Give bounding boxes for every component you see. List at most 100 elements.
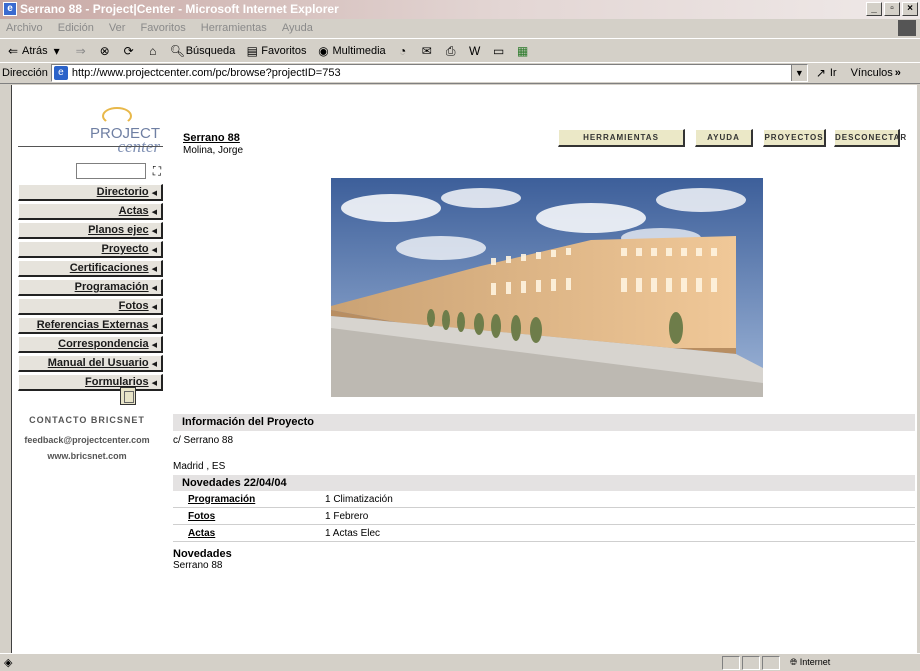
- refresh-button[interactable]: ⟳: [120, 41, 138, 61]
- triangle-left-icon: ◀: [151, 228, 157, 235]
- close-button[interactable]: ×: [902, 2, 918, 16]
- menu-ver[interactable]: Ver: [109, 22, 126, 34]
- sidebar-item-label: Fotos: [118, 300, 149, 312]
- window-title-bar[interactable]: e Serrano 88 - Project|Center - Microsof…: [0, 0, 920, 19]
- sidebar-item-programacion[interactable]: Programación ◀: [18, 279, 163, 296]
- home-icon: ⌂: [149, 43, 157, 58]
- binoculars-icon[interactable]: ⛶: [149, 164, 165, 178]
- menu-ayuda[interactable]: Ayuda: [282, 22, 313, 34]
- address-field[interactable]: e ▼: [50, 64, 808, 82]
- address-bar: Dirección e ▼ ↗ Ir Vínculos »: [0, 62, 920, 84]
- go-button[interactable]: ↗ Ir: [814, 66, 837, 80]
- sidebar-item-proyecto[interactable]: Proyecto ◀: [18, 241, 163, 258]
- ie-icon: e: [3, 2, 17, 16]
- sidebar-item-label: Planos ejec: [88, 224, 149, 236]
- edit-button[interactable]: W: [466, 41, 484, 61]
- sidebar-item-planos-ejec[interactable]: Planos ejec ◀: [18, 222, 163, 239]
- discuss-button[interactable]: ▭: [490, 41, 508, 61]
- search-icon: 🔍︎: [169, 43, 185, 58]
- arrow-right-icon: ⇒: [75, 43, 86, 58]
- project-header: Serrano 88 Molina, Jorge: [183, 132, 243, 156]
- logo-swirl-icon: [102, 107, 132, 125]
- go-label: Ir: [829, 67, 837, 79]
- sidebar-item-directorio[interactable]: Directorio ◀: [18, 184, 163, 201]
- sidebar-item-certificaciones[interactable]: Certificaciones ◀: [18, 260, 163, 277]
- project-address-line2: Madrid , ES: [173, 461, 226, 472]
- page-content: PROJECT center ⛶ Directorio ◀ Actas ◀ Plan…: [11, 85, 917, 653]
- forward-button[interactable]: ⇒: [72, 41, 90, 61]
- menu-herramientas[interactable]: Herramientas: [201, 22, 267, 34]
- security-zone: 🌐︎ Internet: [790, 657, 880, 668]
- messenger-button[interactable]: ▦: [514, 41, 532, 61]
- proyectos-button[interactable]: PROYECTOS: [763, 129, 826, 147]
- window-title: Serrano 88 - Project|Center - Microsoft …: [20, 2, 339, 16]
- project-info-header: Información del Proyecto: [173, 414, 915, 431]
- menu-edicion[interactable]: Edición: [58, 22, 94, 34]
- favorites-label: Favoritos: [261, 44, 307, 57]
- print-button[interactable]: ⎙: [442, 41, 460, 61]
- novedades-header: Novedades 22/04/04: [173, 475, 915, 491]
- triangle-left-icon: ◀: [151, 323, 157, 330]
- links-button[interactable]: Vínculos: [851, 67, 893, 79]
- novedad-value: 1 Actas Elec: [325, 527, 381, 539]
- contact-email-link[interactable]: feedback@projectcenter.com: [12, 435, 162, 445]
- sidebar-item-label: Programación: [74, 281, 149, 293]
- sidebar-item-fotos[interactable]: Fotos ◀: [18, 298, 163, 315]
- chevron-right-icon[interactable]: »: [895, 67, 901, 79]
- table-row: Fotos 1 Febrero: [173, 508, 915, 525]
- media-icon: ◉: [318, 43, 329, 58]
- sidebar-item-label: Proyecto: [101, 243, 149, 255]
- novedad-value: 1 Climatización: [325, 493, 393, 505]
- address-label: Dirección: [2, 67, 48, 79]
- building-icon: ▦: [517, 43, 529, 58]
- book-icon[interactable]: [120, 387, 136, 405]
- star-folder-icon: ▤: [246, 43, 258, 58]
- triangle-left-icon: ◀: [151, 285, 157, 292]
- minimize-button[interactable]: _: [866, 2, 882, 16]
- project-address-line1: c/ Serrano 88: [173, 435, 234, 446]
- novedades-footer-title: Novedades: [173, 548, 232, 560]
- search-input[interactable]: [76, 163, 146, 179]
- sidebar-item-formularios[interactable]: Formularios ◀: [18, 374, 163, 391]
- status-segment: [742, 656, 760, 670]
- word-icon: W: [469, 43, 481, 58]
- triangle-left-icon: ◀: [151, 247, 157, 254]
- novedad-link-fotos[interactable]: Fotos: [173, 511, 325, 522]
- desconectar-button[interactable]: DESCONECTAR: [834, 129, 906, 147]
- contact-web-link[interactable]: www.bricsnet.com: [12, 451, 162, 461]
- home-button[interactable]: ⌂: [144, 41, 162, 61]
- sidebar-item-actas[interactable]: Actas ◀: [18, 203, 163, 220]
- menu-favoritos[interactable]: Favoritos: [140, 22, 185, 34]
- novedad-link-actas[interactable]: Actas: [173, 528, 325, 539]
- search-button[interactable]: 🔍︎ Búsqueda: [168, 41, 238, 61]
- novedad-link-programacion[interactable]: Programación: [173, 494, 325, 505]
- menu-archivo[interactable]: Archivo: [6, 22, 43, 34]
- back-label: Atrás: [22, 44, 48, 57]
- back-button[interactable]: ⇐ Atrás ▾: [4, 41, 66, 61]
- menu-bar: Archivo Edición Ver Favoritos Herramient…: [0, 19, 920, 38]
- mail-button[interactable]: ✉: [418, 41, 436, 61]
- multimedia-button[interactable]: ◉ Multimedia: [314, 41, 387, 61]
- sidebar-item-manual-usuario[interactable]: Manual del Usuario ◀: [18, 355, 163, 372]
- history-button[interactable]: ◔: [394, 41, 412, 61]
- window-controls: _ ▫ ×: [866, 2, 918, 16]
- triangle-left-icon: ◀: [151, 380, 157, 387]
- logo-line2: center: [117, 137, 160, 156]
- refresh-icon: ⟳: [123, 43, 134, 58]
- multimedia-label: Multimedia: [332, 44, 386, 57]
- stop-button[interactable]: ⊗: [96, 41, 114, 61]
- print-icon: ⎙: [445, 43, 456, 58]
- chevron-down-icon[interactable]: ▼: [790, 65, 807, 81]
- ayuda-button[interactable]: AYUDA: [695, 129, 753, 147]
- projectcenter-logo[interactable]: PROJECT center: [74, 107, 164, 156]
- url-input[interactable]: [71, 67, 792, 79]
- project-name-link[interactable]: Serrano 88: [183, 132, 243, 144]
- maximize-button[interactable]: ▫: [884, 2, 900, 16]
- table-row: Actas 1 Actas Elec: [173, 525, 915, 542]
- herramientas-button[interactable]: HERRAMIENTAS: [558, 129, 685, 147]
- sidebar-item-label: Manual del Usuario: [47, 357, 149, 369]
- sidebar-item-correspondencia[interactable]: Correspondencia ◀: [18, 336, 163, 353]
- triangle-left-icon: ◀: [151, 209, 157, 216]
- sidebar-item-referencias-externas[interactable]: Referencias Externas ◀: [18, 317, 163, 334]
- favorites-button[interactable]: ▤ Favoritos: [243, 41, 308, 61]
